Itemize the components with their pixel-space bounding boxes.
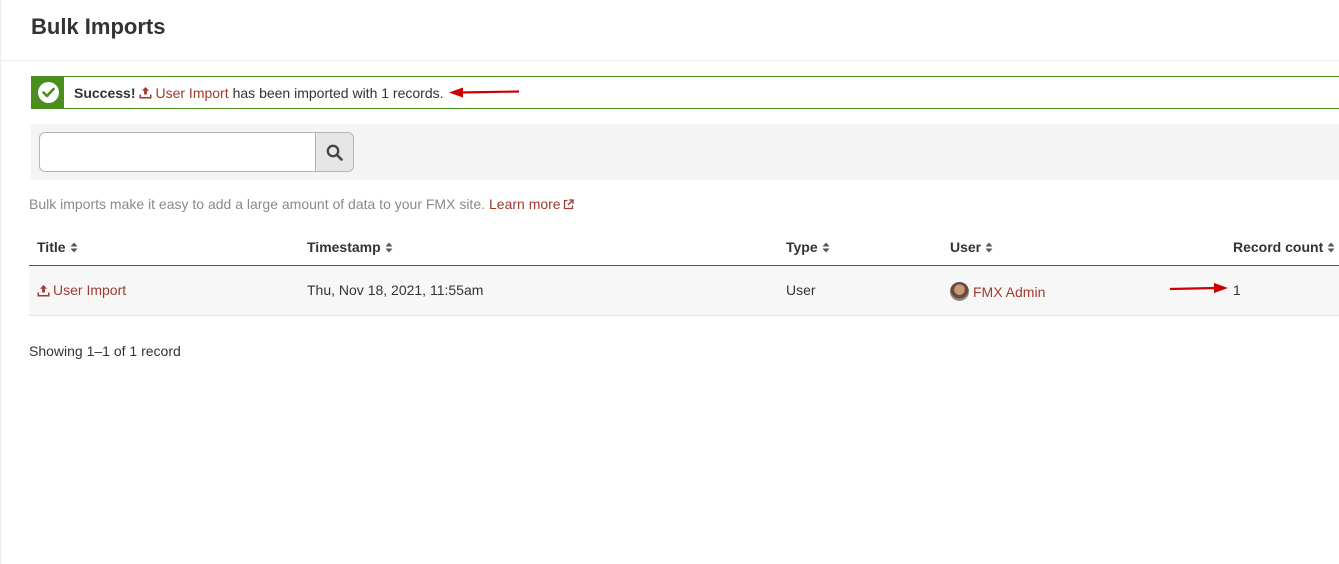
column-label: Timestamp — [307, 239, 381, 255]
cell-record-count: 1 — [1233, 282, 1241, 298]
upload-icon — [37, 284, 50, 297]
table-row: User Import Thu, Nov 18, 2021, 11:55am U… — [29, 266, 1339, 316]
annotation-arrow-left — [449, 87, 520, 98]
page: Bulk Imports Success! User Import has be… — [0, 0, 1339, 564]
alert-import-link[interactable]: User Import — [155, 85, 228, 101]
pagination-summary: Showing 1–1 of 1 record — [29, 343, 181, 359]
column-header-timestamp[interactable]: Timestamp — [307, 239, 393, 255]
sort-icon — [822, 242, 830, 253]
external-link-icon — [563, 198, 574, 210]
upload-icon — [139, 86, 152, 99]
column-header-record-count[interactable]: Record count — [1233, 239, 1335, 255]
sort-icon — [70, 242, 78, 253]
cell-type: User — [786, 282, 816, 298]
sort-icon — [1327, 242, 1335, 253]
column-label: User — [950, 239, 982, 255]
alert-message-text: has been imported with 1 records. — [232, 84, 444, 101]
intro-description: Bulk imports make it easy to add a large… — [29, 196, 485, 212]
page-header: Bulk Imports — [1, 0, 1339, 61]
column-header-user[interactable]: User — [950, 239, 993, 255]
search-bar — [31, 124, 1339, 180]
page-title: Bulk Imports — [31, 14, 166, 39]
avatar — [950, 282, 969, 301]
check-circle-icon — [37, 82, 59, 103]
cell-title: User Import — [37, 282, 126, 298]
column-label: Record count — [1233, 239, 1324, 255]
search-input[interactable] — [39, 132, 315, 172]
column-label: Type — [786, 239, 818, 255]
sort-icon — [385, 242, 393, 253]
column-header-title[interactable]: Title — [37, 239, 78, 255]
search-icon — [326, 144, 343, 161]
success-alert: Success! User Import has been imported w… — [31, 76, 1339, 109]
search-button[interactable] — [315, 132, 354, 172]
import-title-link[interactable]: User Import — [53, 282, 126, 298]
cell-timestamp: Thu, Nov 18, 2021, 11:55am — [307, 282, 484, 298]
annotation-arrow-right — [1169, 283, 1228, 293]
alert-strong-text: Success! — [74, 84, 136, 101]
cell-user: FMX Admin — [950, 282, 1045, 301]
user-link[interactable]: FMX Admin — [973, 284, 1045, 300]
alert-message: Success! User Import has been imported w… — [74, 85, 444, 101]
table-header: Title Timestamp Type User Record count — [29, 228, 1339, 266]
intro-text: Bulk imports make it easy to add a large… — [29, 196, 574, 212]
learn-more-link[interactable]: Learn more — [489, 196, 574, 212]
learn-more-label: Learn more — [489, 196, 561, 212]
column-header-type[interactable]: Type — [786, 239, 830, 255]
alert-icon-box — [32, 77, 64, 108]
column-label: Title — [37, 239, 66, 255]
sort-icon — [985, 242, 993, 253]
